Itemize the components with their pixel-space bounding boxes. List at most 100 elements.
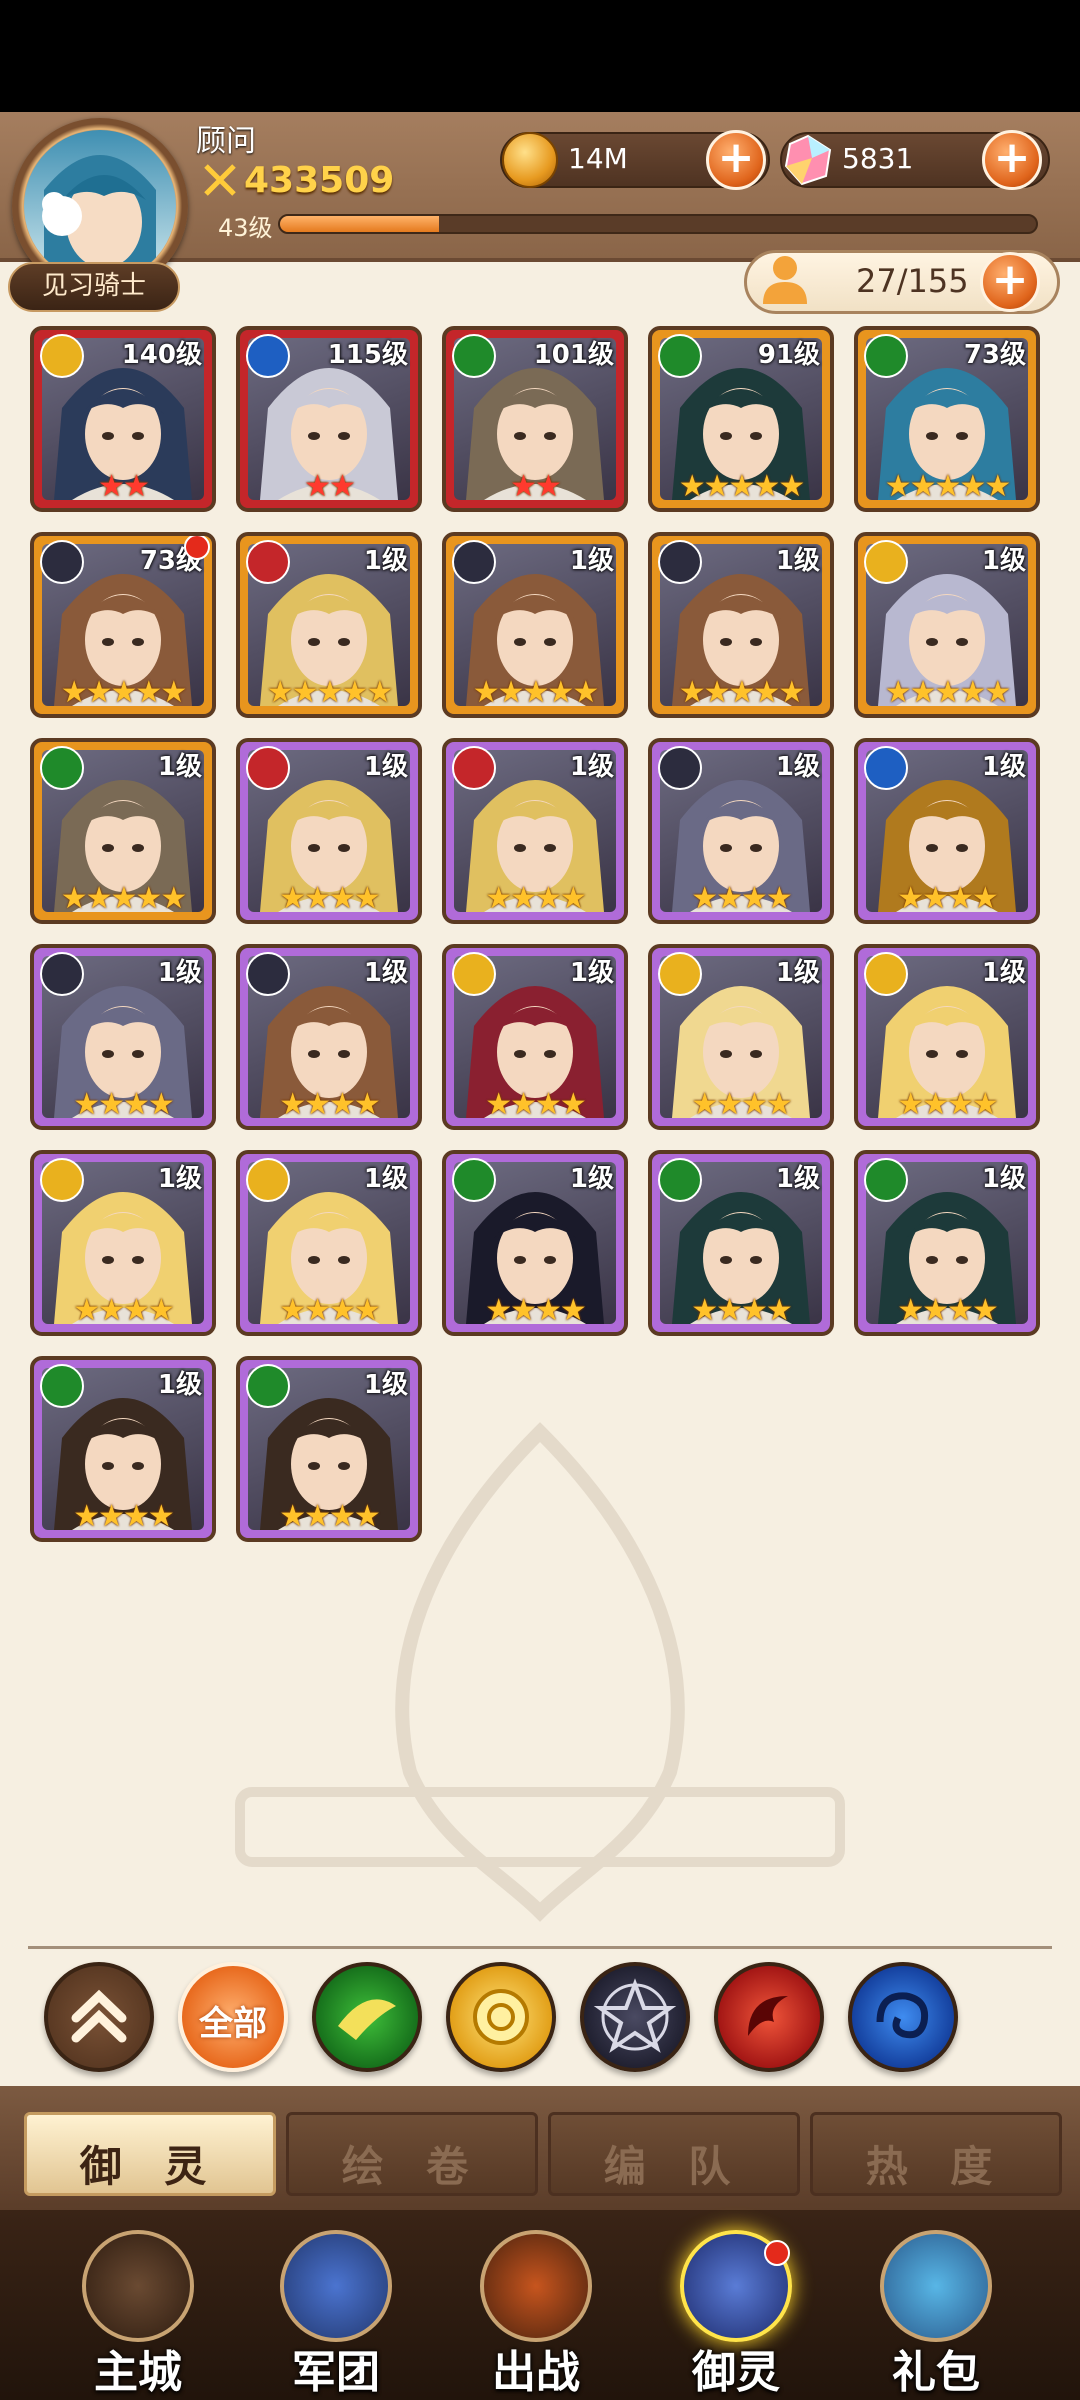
hero-card[interactable]: 1级 ★★★★ [30,1356,216,1542]
fist-shield-icon [280,2230,392,2342]
nature-faction-icon [864,1158,908,1202]
hero-card[interactable]: 1级 ★★★★★ [30,738,216,924]
hero-card[interactable]: 73级 ★★★★★ [30,532,216,718]
nav-spirits[interactable]: 御灵 [646,2226,826,2400]
star-rating: ★★★★ [485,1293,587,1328]
nav-legion[interactable]: 军团 [246,2226,426,2400]
nature-faction-icon [452,1158,496,1202]
nav-spirits-label: 御灵 [692,2347,780,2398]
nature-faction-icon [246,1364,290,1408]
combat-power: 433509 [244,160,395,201]
hero-card[interactable]: 1级 ★★★★ [648,944,834,1130]
hero-card[interactable]: 140级 ★★ [30,326,216,512]
collapse-button[interactable] [44,1962,154,2072]
hero-card[interactable]: 1级 ★★★★ [30,1150,216,1336]
star-rating: ★★★★ [485,1087,587,1122]
star-sigil-icon [593,1978,677,2053]
filter-dark-button[interactable] [580,1962,690,2072]
hero-card[interactable]: 115级 ★★ [236,326,422,512]
tab-popularity[interactable]: 热 度 [810,2112,1062,2196]
hero-level: 1级 [363,546,408,576]
hero-level: 1级 [981,1164,1026,1194]
player-level: 43级 [218,214,273,242]
rose-icon [40,1158,84,1202]
hero-card[interactable]: 1级 ★★★★★ [854,532,1040,718]
star-rating: ★★★★ [897,881,999,916]
hero-card[interactable]: 101级 ★★ [442,326,628,512]
star-sigil-icon [658,746,702,790]
nav-battle[interactable]: 出战 [446,2226,626,2400]
tab-scrolls[interactable]: 绘 卷 [286,2112,538,2196]
hero-card[interactable]: 1级 ★★★★ [236,1150,422,1336]
hero-card[interactable]: 1级 ★★★★ [648,1150,834,1336]
star-rating: ★★★★★ [884,469,1011,504]
nature-faction-icon [658,1158,702,1202]
hero-card[interactable]: 1级 ★★★★ [30,944,216,1130]
hero-level: 1级 [157,1164,202,1194]
hero-level: 1级 [569,546,614,576]
tab-spirits[interactable]: 御 灵 [24,2112,276,2196]
rose-icon [864,540,908,584]
hero-card[interactable]: 1级 ★★★★ [854,738,1040,924]
hero-card[interactable]: 73级 ★★★★★ [854,326,1040,512]
rose-icon [246,1158,290,1202]
gem-amount: 5831 [842,142,914,175]
hero-level: 1级 [981,958,1026,988]
tab-spirits-label: 御 灵 [79,2142,221,2191]
filter-all-button[interactable]: 全部 [178,1962,288,2072]
star-sigil-icon [658,540,702,584]
hero-card[interactable]: 1级 ★★★★★ [648,532,834,718]
hero-card[interactable]: 1级 ★★★★★ [236,532,422,718]
star-rating: ★★★★ [897,1293,999,1328]
hero-card[interactable]: 1级 ★★★★ [236,944,422,1130]
phoenix-icon [748,1996,788,2036]
star-rating: ★★★★ [691,881,793,916]
hero-card[interactable]: 1级 ★★★★ [648,738,834,924]
hero-card[interactable]: 1级 ★★★★ [442,944,628,1130]
nav-battle-label: 出战 [492,2347,580,2398]
hero-level: 1级 [363,1164,408,1194]
star-rating: ★★★★ [279,881,381,916]
hero-card[interactable]: 1级 ★★★★ [442,1150,628,1336]
player-name: 顾问 [196,124,256,159]
hero-card[interactable]: 1级 ★★★★ [854,944,1040,1130]
nav-main-city[interactable]: 主城 [48,2226,228,2400]
hero-card[interactable]: 1级 ★★★★★ [442,532,628,718]
tab-scrolls-label: 绘 卷 [341,2142,483,2191]
nature-faction-icon [864,334,908,378]
shop-icon [880,2230,992,2342]
star-rating: ★★★★ [691,1293,793,1328]
status-bar [0,0,1080,112]
hero-card[interactable]: 91级 ★★★★★ [648,326,834,512]
notification-dot [764,2240,790,2266]
filter-nature-button[interactable] [312,1962,422,2072]
hero-card[interactable]: 1级 ★★★★ [854,1150,1040,1336]
hero-card[interactable]: 1级 ★★★★ [236,1356,422,1542]
add-gold-button[interactable]: + [706,130,766,190]
tab-formation-label: 编 队 [603,2142,745,2191]
filter-water-button[interactable] [848,1962,958,2072]
star-rating: ★★★★ [279,1499,381,1534]
nav-gift-pack-label: 礼包 [892,2347,980,2398]
divider [28,1946,1052,1949]
phoenix-icon [452,746,496,790]
hero-card[interactable]: 1级 ★★★★ [236,738,422,924]
hero-card[interactable]: 1级 ★★★★ [442,738,628,924]
expand-roster-button[interactable]: + [980,252,1040,312]
filter-fire-button[interactable] [714,1962,824,2072]
hero-level: 1级 [981,546,1026,576]
roster-count: 27/155 [856,262,969,300]
filter-light-button[interactable] [446,1962,556,2072]
hero-level: 1级 [569,752,614,782]
avatar[interactable] [24,130,176,282]
star-rating: ★★★★★ [678,469,805,504]
star-rating: ★★★★★ [60,675,187,710]
xp-bar [278,214,1038,234]
nature-faction-icon [452,334,496,378]
add-gems-button[interactable]: + [982,130,1042,190]
hero-level: 140级 [121,340,202,370]
tab-formation[interactable]: 编 队 [548,2112,800,2196]
xp-bar-fill [280,216,439,232]
nav-gift-pack[interactable]: 礼包 [846,2226,1026,2400]
star-sigil-icon [452,540,496,584]
